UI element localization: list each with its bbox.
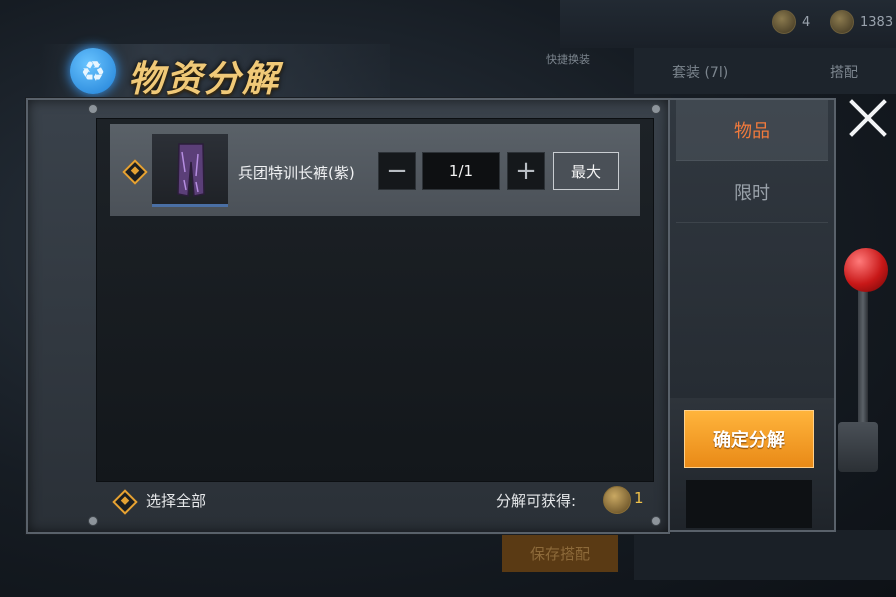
close-icon[interactable] <box>848 98 888 138</box>
lever-base <box>838 422 878 472</box>
bolt-decoration <box>88 516 98 526</box>
confirm-dismantle-button[interactable]: 确定分解 <box>684 410 814 468</box>
tab-outfit: 套装 (7l) <box>672 65 729 81</box>
decrease-quantity-button[interactable]: − <box>378 152 416 190</box>
gain-value: 1 <box>634 489 644 507</box>
bolt-decoration <box>651 104 661 114</box>
page-title: 物资分解 <box>128 59 281 100</box>
quick-switch-label: 快捷换装 <box>546 53 590 66</box>
background-panel <box>634 530 896 580</box>
lever-knob[interactable] <box>844 248 888 292</box>
confirm-slot <box>686 480 812 528</box>
currency-gold-value: 1383 <box>860 14 894 30</box>
currency-gold: 1383 <box>830 10 893 34</box>
select-all-label[interactable]: 选择全部 <box>146 490 206 511</box>
tab-items[interactable]: 物品 <box>676 100 828 161</box>
bolt-decoration <box>651 516 661 526</box>
tab-match: 搭配 <box>830 65 858 81</box>
recycle-icon: ♻ <box>70 48 116 94</box>
max-quantity-button[interactable]: 最大 <box>553 152 619 190</box>
gold-coin-icon <box>603 486 631 514</box>
gain-label: 分解可获得: <box>496 492 577 510</box>
increase-quantity-button[interactable]: + <box>507 152 545 190</box>
quantity-field[interactable]: 1/1 <box>422 152 500 190</box>
item-name: 兵团特训长裤(紫) <box>238 164 355 182</box>
save-outfit-button: 保存搭配 <box>502 534 618 572</box>
ticket-coin-icon <box>772 10 796 34</box>
background-tab-bar: 套装 (7l) 搭配 <box>634 48 896 94</box>
currency-ticket: 4 <box>772 10 810 34</box>
bolt-decoration <box>88 104 98 114</box>
lever-stick <box>858 280 868 430</box>
gold-coin-icon <box>830 10 854 34</box>
tab-limited[interactable]: 限时 <box>676 162 828 223</box>
currency-ticket-value: 4 <box>802 14 811 30</box>
purple-pants-icon <box>177 143 205 197</box>
